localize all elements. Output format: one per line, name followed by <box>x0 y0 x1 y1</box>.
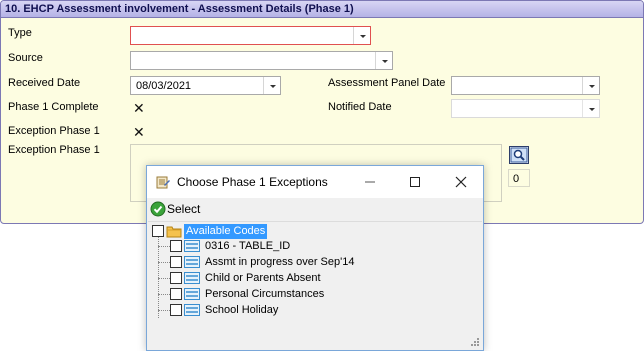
panel-title: 10. EHCP Assessment involvement - Assess… <box>1 1 643 18</box>
close-icon <box>455 176 467 188</box>
lookup-button[interactable] <box>509 146 529 164</box>
tree-item[interactable]: 0316 - TABLE_ID <box>170 239 470 255</box>
tree-connector <box>158 246 170 247</box>
tree-root-available-codes[interactable]: Available Codes <box>152 224 352 240</box>
dialog-app-icon <box>156 176 170 189</box>
x-mark-icon[interactable]: ✕ <box>133 101 145 115</box>
tree-connector <box>158 278 170 279</box>
source-combo[interactable] <box>130 51 393 70</box>
minimize-button[interactable] <box>358 172 382 192</box>
tree-item-label: School Holiday <box>205 304 279 316</box>
received-date-picker[interactable]: 08/03/2021 <box>130 76 281 95</box>
tree-root-label: Available Codes <box>184 224 268 239</box>
dropdown-arrow-icon[interactable] <box>582 100 599 117</box>
code-item-icon <box>184 272 200 284</box>
exception-count: 0 <box>513 173 520 185</box>
tree-checkbox[interactable] <box>170 288 182 300</box>
green-check-icon <box>150 201 166 217</box>
phase1-complete-label: Phase 1 Complete <box>8 101 99 113</box>
source-label: Source <box>8 52 43 64</box>
tree-item[interactable]: Personal Circumstances <box>170 287 470 303</box>
tree-connector <box>158 236 159 318</box>
choose-exceptions-dialog: Choose Phase 1 Exceptions Select Availab… <box>146 165 484 351</box>
code-item-icon <box>184 240 200 252</box>
code-item-icon <box>184 304 200 316</box>
folder-icon <box>166 226 182 238</box>
lookup-search-icon <box>510 147 528 163</box>
tree-item[interactable]: Assmt in progress over Sep'14 <box>170 255 470 271</box>
tree-item-label: 0316 - TABLE_ID <box>205 240 291 252</box>
dialog-titlebar[interactable]: Choose Phase 1 Exceptions <box>147 166 483 198</box>
tree-connector <box>158 262 170 263</box>
close-button[interactable] <box>449 172 473 192</box>
tree-item-label: Personal Circumstances <box>205 288 325 300</box>
tree-item[interactable]: School Holiday <box>170 303 470 319</box>
code-item-icon <box>184 256 200 268</box>
dropdown-arrow-icon[interactable] <box>582 77 599 94</box>
tree-item[interactable]: Child or Parents Absent <box>170 271 470 287</box>
type-label: Type <box>8 27 32 39</box>
dropdown-arrow-icon[interactable] <box>263 77 280 94</box>
maximize-icon <box>410 177 420 187</box>
tree-checkbox[interactable] <box>170 256 182 268</box>
type-combo[interactable] <box>130 26 371 45</box>
tree-item-label: Assmt in progress over Sep'14 <box>205 256 355 268</box>
tree-item-label: Child or Parents Absent <box>205 272 321 284</box>
select-button-label: Select <box>167 202 201 216</box>
tree-checkbox[interactable] <box>170 240 182 252</box>
tree-connector <box>158 310 170 311</box>
tree-checkbox[interactable] <box>170 304 182 316</box>
dialog-title: Choose Phase 1 Exceptions <box>177 175 328 189</box>
exception-phase1-flag-label: Exception Phase 1 <box>8 125 100 137</box>
dropdown-arrow-icon[interactable] <box>375 52 392 69</box>
dropdown-arrow-icon[interactable] <box>353 27 370 44</box>
notified-date-label: Notified Date <box>328 101 392 113</box>
tree-checkbox[interactable] <box>152 225 164 237</box>
exception-phase1-list-label: Exception Phase 1 <box>8 144 100 156</box>
x-mark-icon[interactable]: ✕ <box>133 125 145 139</box>
tree-checkbox[interactable] <box>170 272 182 284</box>
minimize-icon <box>365 181 375 183</box>
maximize-button[interactable] <box>403 172 427 192</box>
exceptions-tree: Available Codes 0316 - TABLE_ID Assmt in… <box>148 221 482 327</box>
dialog-statusbar <box>147 328 483 350</box>
resize-grip-icon[interactable] <box>470 337 480 347</box>
received-date-value: 08/03/2021 <box>136 80 192 92</box>
exception-count-box: 0 <box>508 169 530 187</box>
assessment-panel-date-picker[interactable] <box>451 76 600 95</box>
tree-connector <box>158 294 170 295</box>
received-date-label: Received Date <box>8 77 81 89</box>
notified-date-picker[interactable] <box>451 99 600 118</box>
dialog-toolbar: Select <box>147 198 483 220</box>
assessment-panel-date-label: Assessment Panel Date <box>328 77 446 89</box>
code-item-icon <box>184 288 200 300</box>
